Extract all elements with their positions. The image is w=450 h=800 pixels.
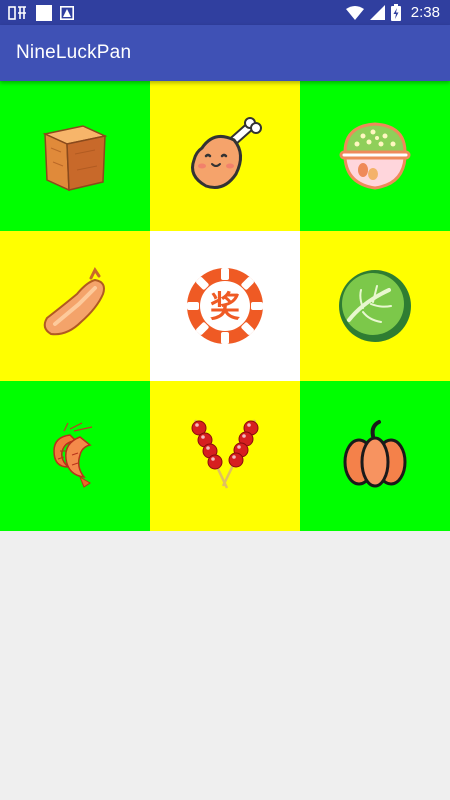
prize-cell-drumstick[interactable] (150, 81, 300, 231)
prize-cell-rice-bowl[interactable] (300, 81, 450, 231)
status-bar-right: 2:38 (345, 4, 440, 21)
status-bar: 2:38 (0, 0, 450, 25)
rice-bowl-icon (339, 122, 411, 190)
lottery-start-button[interactable]: 奖 (150, 231, 300, 381)
pumpkin-icon (343, 420, 407, 488)
signal-icon (369, 5, 385, 20)
notification-square-icon (36, 4, 52, 21)
prize-cell-cabbage[interactable] (300, 231, 450, 381)
wifi-icon (345, 5, 364, 20)
cabbage-icon (339, 270, 411, 342)
app-title: NineLuckPan (16, 42, 132, 63)
image-notification-icon (60, 5, 74, 20)
prize-cell-candied-haws[interactable] (150, 381, 300, 531)
prize-badge-label: 奖 (210, 290, 240, 325)
status-bar-left (8, 4, 74, 21)
candied-haws-icon (191, 419, 259, 489)
prize-cell-tofu[interactable] (0, 81, 150, 231)
status-time: 2:38 (410, 4, 440, 21)
drumstick-icon (191, 117, 262, 189)
listen-app-icon (8, 5, 28, 21)
prize-cell-pumpkin[interactable] (300, 381, 450, 531)
sausage-icon (43, 267, 105, 336)
prize-badge-icon: 奖 (187, 268, 263, 344)
battery-charging-icon (390, 4, 401, 21)
prize-cell-shrimp[interactable] (0, 381, 150, 531)
tofu-icon (42, 125, 108, 192)
nine-luck-grid: 奖 (0, 81, 450, 531)
prize-cell-sausage[interactable] (0, 231, 150, 381)
shrimp-icon (53, 422, 93, 488)
app-bar: NineLuckPan (0, 25, 450, 81)
